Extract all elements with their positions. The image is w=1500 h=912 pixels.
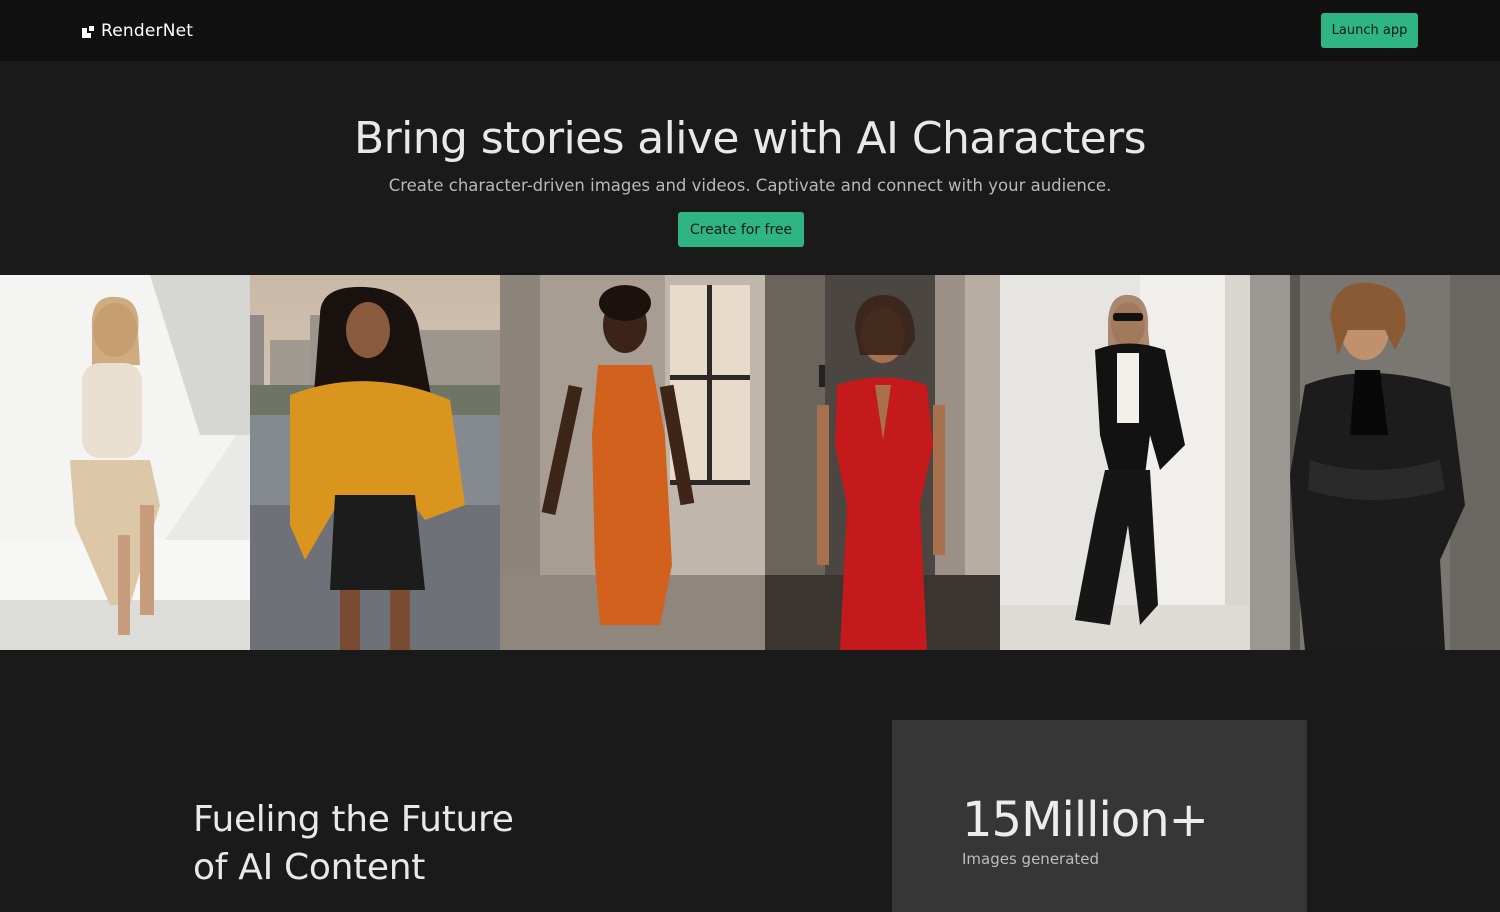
stat-label: Images generated bbox=[962, 850, 1100, 868]
section-heading-line-1: Fueling the Future bbox=[193, 799, 514, 840]
gallery-image-4 bbox=[765, 275, 1000, 650]
hero-subtitle: Create character-driven images and video… bbox=[388, 176, 1112, 195]
gallery-image-2 bbox=[250, 275, 500, 650]
brand-logo[interactable]: RenderNet bbox=[82, 20, 193, 42]
create-for-free-button[interactable]: Create for free bbox=[678, 212, 804, 247]
section-heading: Fueling the Future of AI Content bbox=[193, 796, 514, 892]
hero-title: Bring stories alive with AI Characters bbox=[354, 113, 1147, 164]
brand-name: RenderNet bbox=[101, 21, 194, 41]
section-heading-line-2: of AI Content bbox=[193, 847, 426, 888]
launch-app-button[interactable]: Launch app bbox=[1321, 13, 1418, 48]
gallery-image-1 bbox=[0, 275, 250, 650]
top-navbar: RenderNet Launch app bbox=[0, 0, 1500, 61]
rendernet-logo-icon bbox=[82, 24, 96, 38]
gallery-image-6 bbox=[1250, 275, 1500, 650]
stat-value: 15Million+ bbox=[962, 792, 1209, 848]
gallery-image-3 bbox=[500, 275, 765, 650]
character-gallery bbox=[0, 275, 1500, 650]
gallery-image-5 bbox=[1000, 275, 1250, 650]
stats-card: 15Million+ Images generated bbox=[892, 720, 1307, 912]
